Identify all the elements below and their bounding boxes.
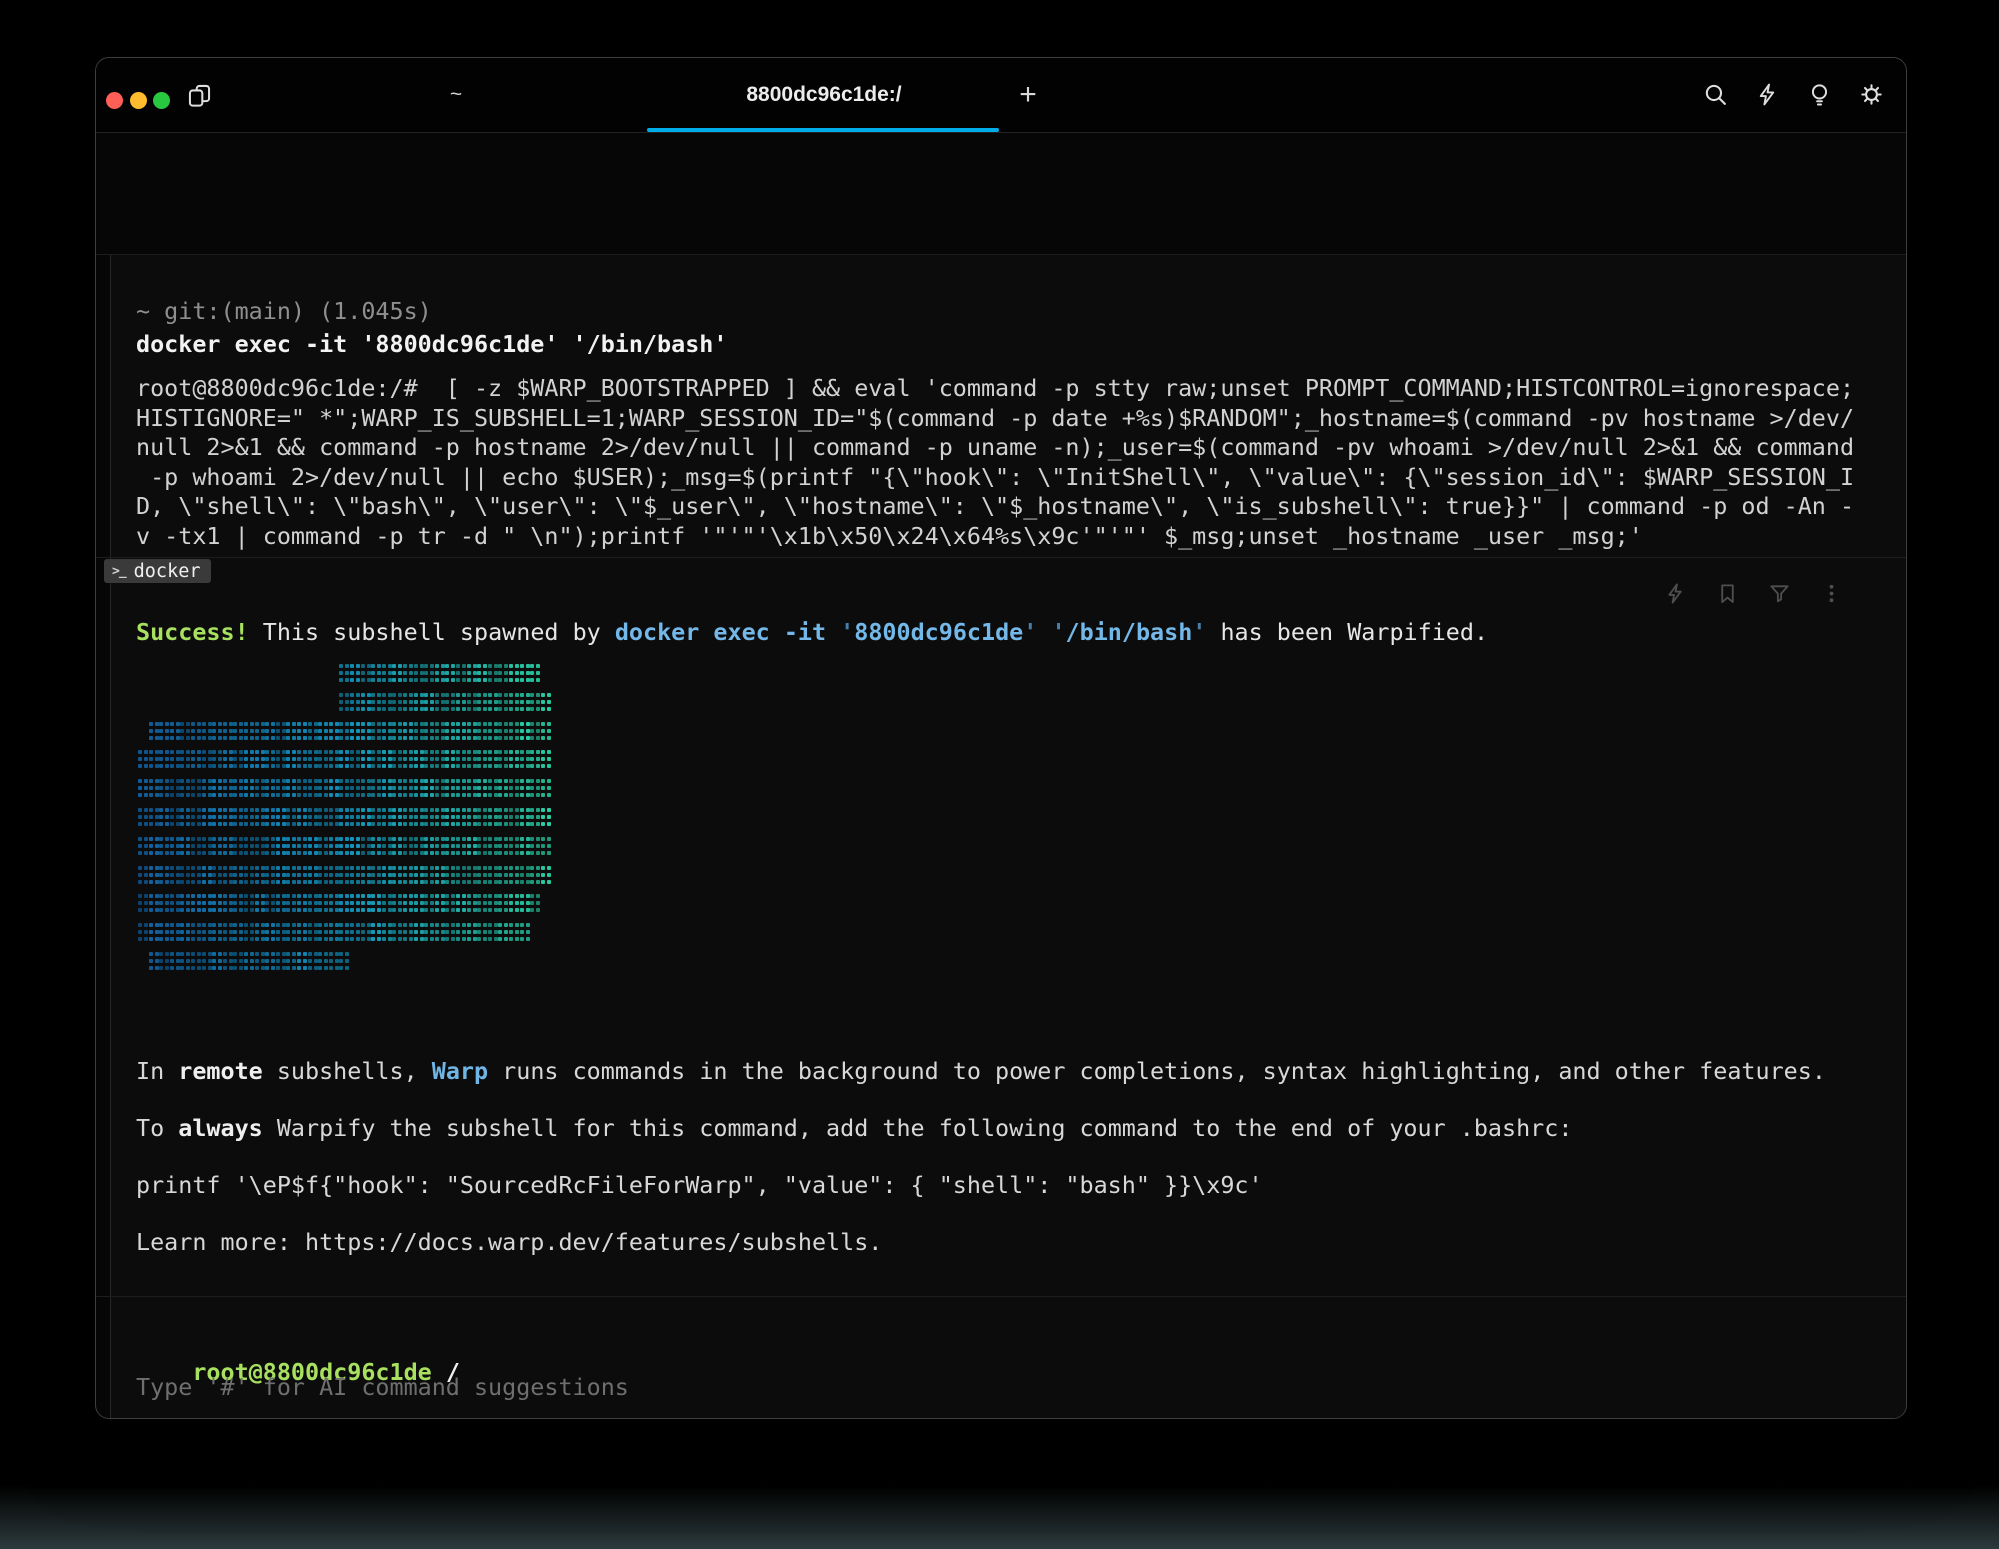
info-line-printf: printf '\eP$f{"hook": "SourcedRcFileForW… [136,1171,1826,1201]
block-more-icon[interactable] [1820,582,1843,605]
new-tab-button[interactable]: + [1008,58,1048,131]
lightbulb-icon[interactable] [1807,82,1832,107]
gear-icon[interactable] [1859,82,1884,107]
terminal-prompt-icon: >_ [112,564,126,579]
tab-home[interactable]: ~ [396,58,516,131]
info-line-always: To always Warpify the subshell for this … [136,1114,1826,1144]
block-lightning-icon[interactable] [1664,582,1687,605]
terminal-window: ~ 8800dc96c1de:/ + [95,57,1907,1419]
bookmarks-icon[interactable] [186,82,213,113]
tab-active-container[interactable]: 8800dc96c1de:/ [649,58,999,131]
block-divider [96,1296,1906,1297]
tab-active-label: 8800dc96c1de:/ [746,83,901,107]
titlebar-actions [1703,58,1884,131]
new-tab-label: + [1019,78,1037,112]
block-label-docker[interactable]: >_ docker [104,559,211,583]
warpified-success-line: Success! This subshell spawned by docker… [136,618,1488,648]
close-window-button[interactable] [106,92,123,109]
warp-ascii-logo [138,664,560,974]
titlebar: ~ 8800dc96c1de:/ + [96,58,1906,133]
info-line-learn-more: Learn more: https://docs.warp.dev/featur… [136,1228,1826,1258]
docker-block-paragraphs: In remote subshells, Warp runs commands … [136,1057,1826,1285]
prompt-context-line: ~ git:(main) (1.045s) [136,297,432,327]
active-tab-underline [647,128,999,132]
block-divider [96,557,1906,558]
executed-command[interactable]: docker exec -it '8800dc96c1de' '/bin/bas… [136,330,727,360]
zoom-window-button[interactable] [153,92,170,109]
block-label-text: docker [134,561,201,582]
block-bookmark-icon[interactable] [1716,582,1739,605]
search-icon[interactable] [1703,82,1728,107]
tab-home-label: ~ [450,83,462,107]
info-line-remote: In remote subshells, Warp runs commands … [136,1057,1826,1087]
command-input-placeholder[interactable]: Type '#' for AI command suggestions [136,1373,629,1403]
block-filter-icon[interactable] [1768,582,1791,605]
block-gutter-line [110,255,111,1418]
lightning-icon[interactable] [1755,82,1780,107]
block-toolbar [1664,582,1843,605]
command-output: root@8800dc96c1de:/# [ -z $WARP_BOOTSTRA… [136,374,1854,552]
minimize-window-button[interactable] [130,92,147,109]
